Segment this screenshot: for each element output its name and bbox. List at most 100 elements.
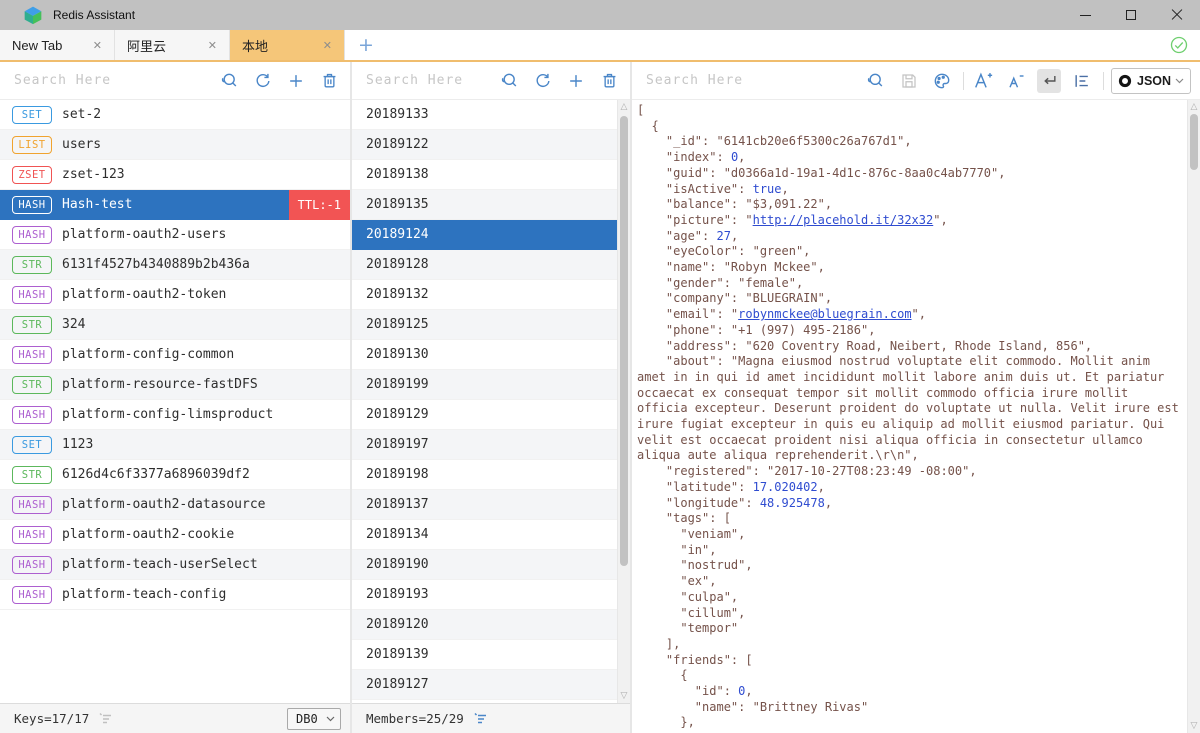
member-row[interactable]: 20189198 [352,460,630,490]
font-decrease-icon[interactable] [1004,69,1028,93]
member-value: 20189134 [366,527,429,542]
member-value: 20189199 [366,377,429,392]
delete-key-icon[interactable] [317,69,341,93]
member-row[interactable]: 20189137 [352,490,630,520]
maximize-button[interactable] [1108,0,1154,30]
key-row[interactable]: LIST users [0,130,350,160]
tab-1[interactable]: 阿里云 ✕ [115,30,230,60]
key-name: platform-oauth2-datasource [62,497,266,512]
format-lines-icon[interactable] [1070,69,1094,93]
json-text: "eyeColor": "green", [637,244,811,259]
tab-close-icon[interactable]: ✕ [204,37,221,54]
scroll-up-icon[interactable]: △ [618,102,630,112]
member-row[interactable]: 20189193 [352,580,630,610]
add-tab-button[interactable]: + [345,30,387,60]
tab-2[interactable]: 本地 ✕ [230,30,345,60]
json-line: "picture": "http://placehold.it/32x32", [637,213,1183,229]
key-row[interactable]: HASH platform-teach-config [0,580,350,610]
member-row[interactable]: 20189134 [352,520,630,550]
save-icon[interactable] [897,69,921,93]
font-increase-icon[interactable] [971,69,995,93]
view-mode-select[interactable]: JSON [1111,67,1191,94]
member-row[interactable]: 20189135 [352,190,630,220]
members-search-input[interactable] [352,73,498,88]
json-text: , [824,495,833,510]
key-row[interactable]: STR 6126d4c6f3377a6896039df2 [0,460,350,490]
json-link[interactable]: robynmckee@bluegrain.com [738,307,911,321]
fuzzy-search-icon[interactable] [864,69,888,93]
members-filter-icon[interactable] [473,712,488,725]
key-row[interactable]: HASH platform-oauth2-cookie [0,520,350,550]
scroll-down-icon[interactable]: ▽ [1188,721,1200,731]
member-row[interactable]: 20189139 [352,640,630,670]
add-key-icon[interactable] [284,69,308,93]
add-member-icon[interactable] [564,69,588,93]
key-type-badge: HASH [12,525,52,544]
member-row[interactable]: 20189122 [352,130,630,160]
member-row[interactable]: 20189197 [352,430,630,460]
key-row[interactable]: HASH platform-config-common [0,340,350,370]
refresh-icon[interactable] [251,69,275,93]
key-row[interactable]: HASH platform-teach-userSelect [0,550,350,580]
key-row[interactable]: HASH platform-config-limsproduct [0,400,350,430]
scroll-down-icon[interactable]: ▽ [618,691,630,701]
member-row[interactable]: 20189128 [352,250,630,280]
key-row[interactable]: SET 1123 [0,430,350,460]
member-list: 20189133 20189122 20189138 20189135 20189124… [352,100,630,703]
members-status-bar: Members=25/29 [352,703,630,733]
member-row[interactable]: 20189138 [352,160,630,190]
db-select[interactable]: DB0 [287,707,341,730]
key-row[interactable]: HASH platform-oauth2-datasource [0,490,350,520]
json-text: { [637,668,688,683]
member-row[interactable]: 20189132 [352,280,630,310]
close-button[interactable] [1154,0,1200,30]
refresh-icon[interactable] [531,69,555,93]
key-row[interactable]: SET set-2 [0,100,350,130]
main-area: SET set-2 LIST users ZSET zset-123 HASH Hash-te… [0,62,1200,733]
member-row[interactable]: 20189129 [352,400,630,430]
member-row[interactable]: 20189133 [352,100,630,130]
theme-palette-icon[interactable] [930,69,954,93]
member-row[interactable]: 20189125 [352,310,630,340]
minimize-button[interactable] [1062,0,1108,30]
minimize-icon [1079,14,1091,16]
key-row[interactable]: STR 324 [0,310,350,340]
word-wrap-icon[interactable] [1037,68,1061,93]
json-line: "address": "620 Coventry Road, Neibert, … [637,339,1183,355]
fuzzy-search-icon[interactable] [218,69,242,93]
value-scrollbar[interactable]: △ ▽ [1187,100,1200,733]
member-row[interactable]: 20189124 [352,220,630,250]
member-row[interactable]: 20189199 [352,370,630,400]
member-row[interactable]: 20189120 [352,610,630,640]
delete-member-icon[interactable] [597,69,621,93]
json-text: "veniam", [637,526,746,541]
member-row[interactable]: 20189130 [352,340,630,370]
json-line: }, [637,715,1183,731]
fuzzy-search-icon[interactable] [498,69,522,93]
scroll-up-icon[interactable]: △ [1188,102,1200,112]
member-row[interactable]: 20189190 [352,550,630,580]
tab-close-icon[interactable]: ✕ [89,37,106,54]
key-row[interactable]: STR platform-resource-fastDFS [0,370,350,400]
json-link[interactable]: http://placehold.it/32x32 [753,213,934,227]
key-name: platform-config-common [62,347,235,362]
connection-ok-icon [1170,36,1188,54]
json-text: "isActive": [637,181,753,196]
key-row[interactable]: HASH platform-oauth2-users [0,220,350,250]
members-scrollbar[interactable]: △ ▽ [617,100,630,703]
json-text: "name": "Robyn Mckee", [637,260,825,275]
key-row[interactable]: STR 6131f4527b4340889b2b436a [0,250,350,280]
key-row[interactable]: ZSET zset-123 [0,160,350,190]
scrollbar-thumb[interactable] [620,116,628,566]
value-search-input[interactable] [632,73,864,88]
keys-filter-icon[interactable] [98,712,113,725]
tab-0[interactable]: New Tab ✕ [0,30,115,60]
key-row[interactable]: HASH Hash-test TTL:-1 [0,189,350,220]
json-text: , [781,181,789,196]
key-name: platform-resource-fastDFS [62,377,258,392]
key-row[interactable]: HASH platform-oauth2-token [0,280,350,310]
keys-search-input[interactable] [0,73,218,88]
tab-close-icon[interactable]: ✕ [319,37,336,54]
member-row[interactable]: 20189127 [352,670,630,700]
scrollbar-thumb[interactable] [1190,114,1198,170]
